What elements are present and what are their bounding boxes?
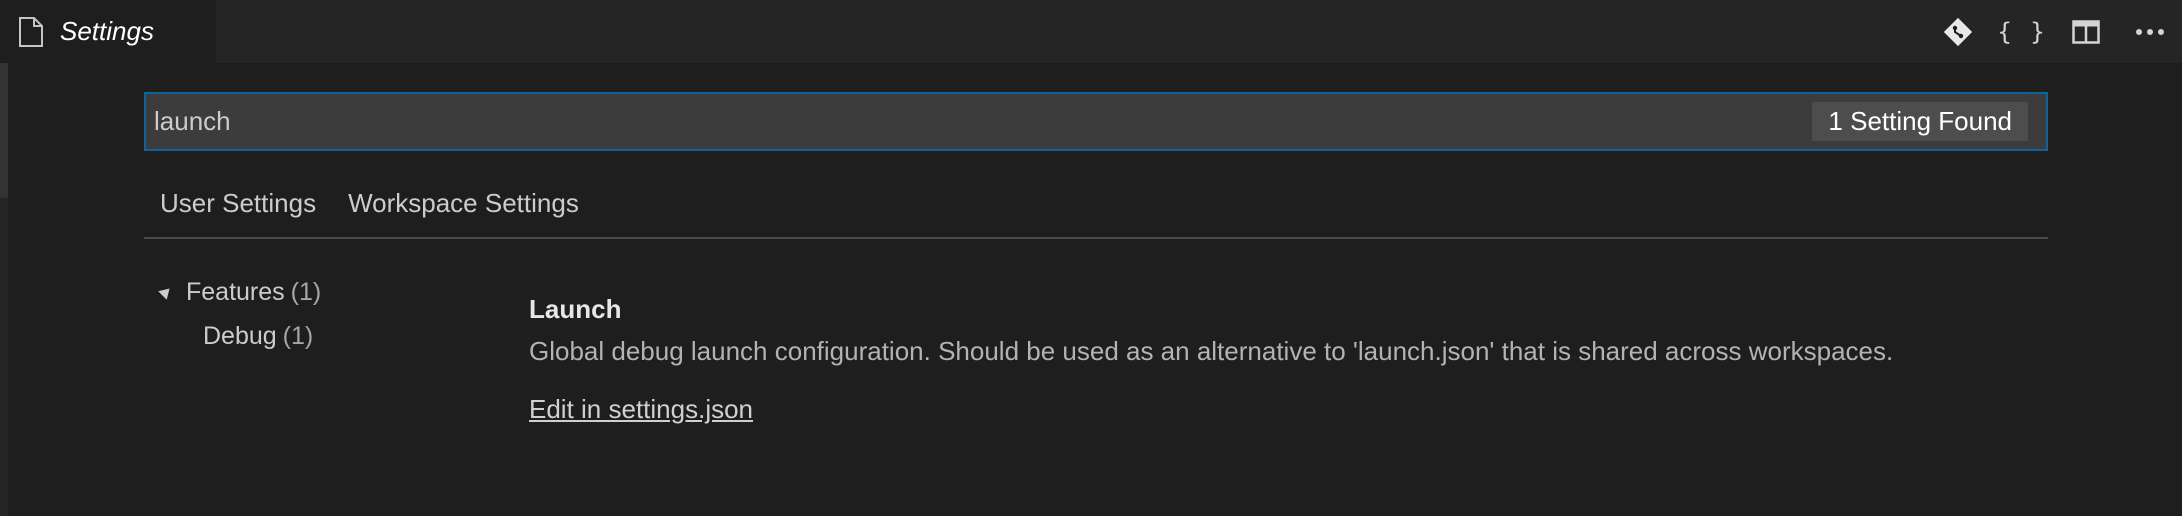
edit-in-settings-json-link[interactable]: Edit in settings.json <box>529 394 753 425</box>
toc-item-debug[interactable]: Debug (1) <box>158 314 321 358</box>
toc-item-label: Debug <box>203 321 277 350</box>
result-count-badge: 1 Setting Found <box>1812 102 2028 141</box>
tab-workspace-settings[interactable]: Workspace Settings <box>332 180 595 219</box>
settings-toc: Features (1) Debug (1) <box>158 270 321 358</box>
toc-item-count: (1) <box>290 277 322 306</box>
git-compare-icon <box>1943 17 1973 47</box>
editor-title-bar: Settings { } <box>0 0 2182 63</box>
setting-item-launch: Launch Global debug launch configuration… <box>529 290 2029 425</box>
split-editor-icon <box>2072 19 2100 44</box>
settings-search-box: 1 Setting Found <box>144 92 2048 151</box>
toc-item-count: (1) <box>282 321 314 350</box>
tab-settings[interactable]: Settings <box>0 0 216 63</box>
tab-label: Settings <box>60 16 154 46</box>
tab-user-settings[interactable]: User Settings <box>144 180 332 219</box>
more-icon <box>2135 28 2165 36</box>
toc-item-features[interactable]: Features (1) <box>158 270 321 314</box>
setting-title: Launch <box>529 294 622 324</box>
editor-actions: { } <box>1926 0 2182 63</box>
search-input[interactable] <box>146 93 1813 150</box>
braces-icon: { } <box>1997 17 2047 46</box>
toc-item-label: Features <box>186 277 285 306</box>
open-git-compare-button[interactable] <box>1926 0 1990 63</box>
scrollbar-thumb[interactable] <box>0 63 8 198</box>
settings-scope-tabs: User Settings Workspace Settings <box>144 180 2048 239</box>
split-editor-button[interactable] <box>2054 0 2118 63</box>
settings-editor: Settings { } launch 1 Setting Found User… <box>0 0 2182 516</box>
open-settings-json-button[interactable]: { } <box>1990 0 2054 63</box>
setting-description: Global debug launch configuration. Shoul… <box>529 336 1894 366</box>
more-actions-button[interactable] <box>2118 0 2182 63</box>
chevron-down-icon <box>158 284 174 300</box>
file-icon <box>18 16 44 47</box>
